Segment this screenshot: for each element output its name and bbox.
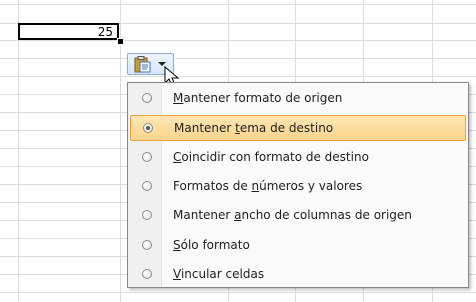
radio-unchecked-icon [142, 210, 152, 221]
radio-checked-icon [143, 123, 153, 134]
radio-unchecked-icon [142, 93, 152, 103]
label-text: Mantener [174, 121, 236, 136]
radio-unchecked-icon [142, 151, 152, 162]
access-key: V [173, 266, 181, 281]
access-key: M [173, 91, 184, 105]
label-text: antener formato de origen [183, 91, 343, 105]
cell-value: 25 [97, 25, 113, 39]
menu-item[interactable]: Vincular celdas [130, 262, 466, 288]
menu-item[interactable]: Mantener ancho de columnas de origen [130, 203, 466, 229]
menu-item[interactable]: Sólo formato [130, 233, 466, 259]
menu-item[interactable]: Mantener formato de origen [130, 86, 466, 112]
label-text: ncho de columnas de origen [241, 208, 412, 223]
menu-item-label: Mantener tema de destino [174, 121, 333, 136]
clipboard-paste-icon [134, 56, 151, 73]
label-text: incular celdas [180, 266, 265, 281]
label-text: ólo formato [180, 237, 250, 252]
active-cell[interactable]: 25 [18, 23, 119, 40]
radio-unchecked-icon [142, 180, 152, 191]
menu-item-label: Formatos de números y valores [173, 179, 362, 194]
menu-item-label: Sólo formato [173, 238, 250, 253]
grid-line [0, 58, 476, 59]
menu-item[interactable]: Coincidir con formato de destino [130, 145, 466, 171]
radio-unchecked-icon [142, 239, 152, 250]
grid-line [0, 76, 476, 77]
menu-item-label: Vincular celdas [173, 267, 264, 282]
access-key: n [251, 178, 260, 193]
menu-item[interactable]: Formatos de números y valores [130, 174, 466, 200]
menu-item-label: Mantener ancho de columnas de origen [173, 208, 412, 223]
radio-unchecked-icon [142, 268, 152, 279]
label-text: úmeros y valores [259, 178, 363, 193]
label-text: ema de destino [239, 121, 334, 136]
grid-line [0, 292, 476, 293]
label-text: oincidir con formato de destino [181, 149, 369, 164]
access-key: S [173, 237, 181, 252]
radio-dot-icon [146, 126, 150, 131]
paste-options-menu: Mantener formato de origen Mantener tema … [127, 82, 469, 288]
menu-item-label: Mantener formato de origen [173, 91, 342, 106]
menu-item-label: Coincidir con formato de destino [173, 150, 369, 165]
menu-item[interactable]: Mantener tema de destino [130, 115, 466, 142]
label-text: Mantener [173, 208, 235, 223]
grid-line [0, 4, 476, 5]
fill-handle[interactable] [117, 38, 124, 45]
label-text: Formatos de [173, 178, 252, 193]
access-key: a [234, 208, 242, 223]
grid-line [0, 40, 476, 41]
